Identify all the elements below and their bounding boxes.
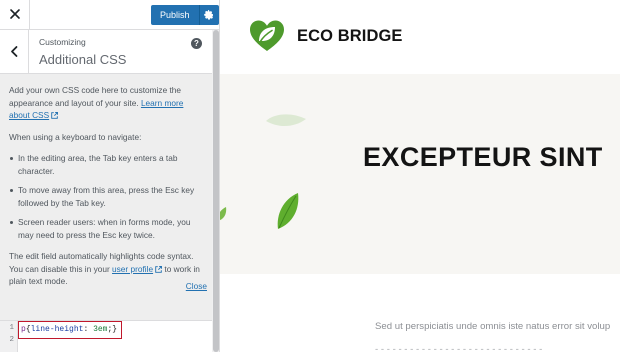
publish-group: Publish (151, 5, 219, 25)
back-button[interactable] (0, 30, 29, 73)
chevron-left-icon (11, 46, 18, 57)
user-profile-link[interactable]: user profile (112, 264, 153, 274)
list-item: Screen reader users: when in forms mode,… (9, 216, 205, 241)
publish-settings-button[interactable] (198, 5, 219, 25)
css-value: 3em (93, 325, 108, 334)
css-property: line-height (30, 325, 84, 334)
scrollbar-thumb[interactable] (213, 30, 219, 352)
body-text-partial: - - - - - - - - - - - - - - - - - - - - … (375, 344, 543, 352)
css-colon: : (83, 325, 89, 334)
line-number: 1 (9, 324, 14, 332)
hero-section: EXCEPTEUR SINT (220, 74, 620, 274)
site-title[interactable]: ECO BRIDGE (297, 27, 403, 46)
keyboard-heading: When using a keyboard to navigate: (9, 131, 142, 142)
site-preview: ECO BRIDGE EXCEPTEUR SINT Sed ut perspic… (220, 0, 620, 352)
hero-title: EXCEPTEUR SINT (363, 142, 603, 172)
question-circle-icon[interactable]: ? (191, 38, 202, 49)
keyboard-tips-list: In the editing area, the Tab key enters … (9, 152, 205, 241)
css-close: ;} (107, 325, 118, 334)
intro-paragraph: Add your own CSS code here to customize … (9, 84, 205, 122)
line-number: 2 (9, 336, 14, 344)
close-icon (10, 9, 20, 19)
line-number-gutter: 1 2 (0, 321, 18, 352)
external-link-icon (51, 112, 59, 119)
external-link-icon (155, 265, 163, 273)
highlight-paragraph: The edit field automatically highlights … (9, 250, 205, 288)
customizing-label: Customizing (39, 37, 86, 47)
section-description: Add your own CSS code here to customize … (9, 84, 205, 297)
code-line-highlighted[interactable]: p{line-height: 3em;} (18, 321, 122, 339)
leaf-icon (266, 114, 306, 127)
panel-scrollbar[interactable] (212, 30, 219, 352)
css-code-editor[interactable]: 1 2 p{line-height: 3em;} (0, 320, 212, 352)
leaf-icon (220, 207, 227, 221)
section-title: Additional CSS (39, 52, 127, 67)
leaf-heart-logo-icon[interactable] (248, 19, 286, 53)
list-item: In the editing area, the Tab key enters … (9, 152, 205, 177)
publish-button[interactable]: Publish (151, 5, 199, 25)
gear-icon (204, 10, 214, 20)
list-item: To move away from this area, press the E… (9, 184, 205, 209)
site-header: ECO BRIDGE (220, 0, 620, 74)
leaf-icon (277, 193, 299, 229)
close-help-link[interactable]: Close (186, 281, 207, 291)
section-header: Customizing Additional CSS ? (0, 30, 212, 74)
close-customizer-button[interactable] (0, 0, 30, 29)
customizer-panel: Publish Customizing Additional CSS ? Add… (0, 0, 220, 352)
body-text: Sed ut perspiciatis unde omnis iste natu… (375, 321, 611, 332)
customizer-topbar: Publish (0, 0, 219, 30)
